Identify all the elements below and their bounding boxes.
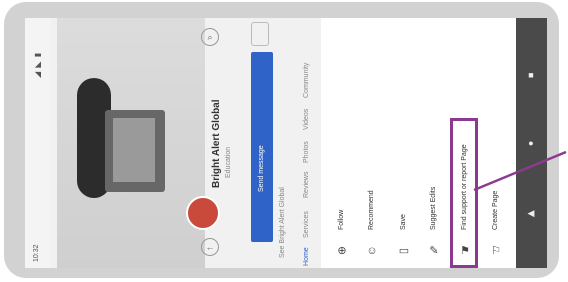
callout-pointer <box>473 150 567 192</box>
